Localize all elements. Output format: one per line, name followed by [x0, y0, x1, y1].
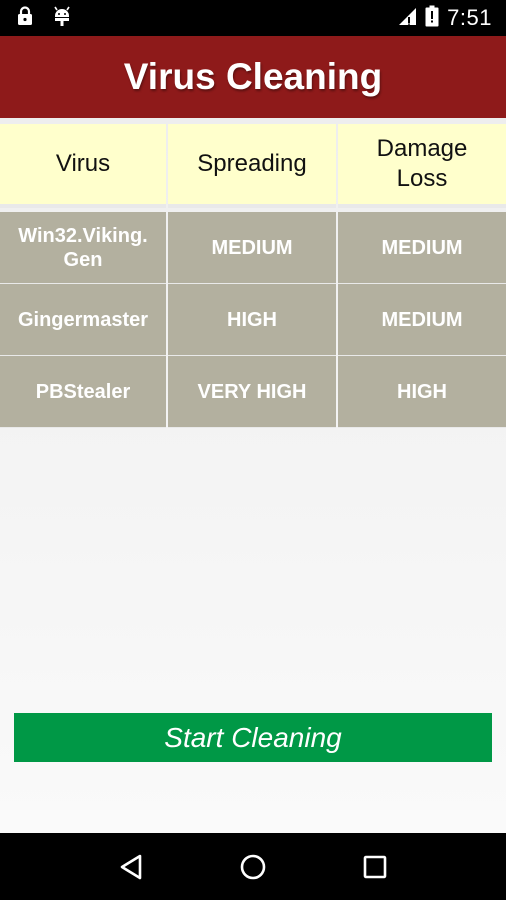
lock-icon	[16, 5, 34, 31]
virus-table: Virus Spreading Damage Loss Win32.Viking…	[0, 124, 506, 428]
column-header-spreading: Spreading	[168, 124, 336, 208]
table-cell-damage: HIGH	[338, 356, 506, 428]
recents-button[interactable]	[351, 843, 399, 891]
page-title: Virus Cleaning	[123, 56, 383, 97]
table-cell-damage: MEDIUM	[338, 212, 506, 284]
table-cell-spreading: VERY HIGH	[168, 356, 336, 428]
status-bar: 7:51	[0, 0, 506, 36]
column-header-damage-loss: Damage Loss	[338, 124, 506, 208]
start-cleaning-button[interactable]: Start Cleaning	[14, 713, 492, 762]
column-header-virus: Virus	[0, 124, 166, 208]
clock: 7:51	[447, 5, 492, 30]
table-cell-virus: Win32.Viking. Gen	[0, 212, 166, 284]
signal-icon	[397, 6, 417, 31]
status-left	[16, 5, 72, 32]
table-cell-virus: PBStealer	[0, 356, 166, 428]
table-cell-damage: MEDIUM	[338, 284, 506, 356]
recents-icon	[363, 855, 387, 878]
android-debug-icon	[52, 5, 72, 32]
status-right: 7:51	[397, 5, 492, 32]
navigation-bar	[0, 833, 506, 900]
back-icon	[120, 854, 142, 879]
home-icon	[240, 854, 266, 879]
main-content: Virus Spreading Damage Loss Win32.Viking…	[0, 118, 506, 833]
battery-icon	[425, 5, 439, 32]
table-cell-spreading: HIGH	[168, 284, 336, 356]
home-button[interactable]	[229, 843, 277, 891]
table-cell-spreading: MEDIUM	[168, 212, 336, 284]
table-cell-virus: Gingermaster	[0, 284, 166, 356]
app-bar: Virus Cleaning	[0, 36, 506, 118]
back-button[interactable]	[107, 843, 155, 891]
